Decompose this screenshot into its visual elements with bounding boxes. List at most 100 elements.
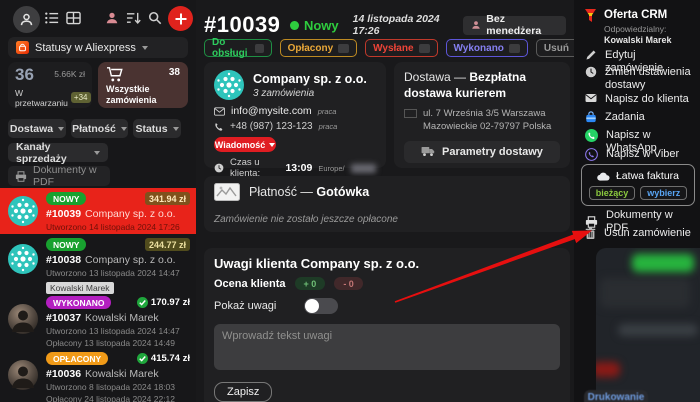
crm-offer-block[interactable]: Oferta CRM Odpowiedzialny: Kowalski Mare… — [585, 9, 672, 45]
message-button[interactable]: Wiadomość — [214, 137, 276, 152]
clock-icon — [214, 163, 224, 173]
chevron-down-icon — [142, 46, 148, 50]
profile-avatar-button[interactable] — [13, 6, 40, 33]
menu-item-write-client[interactable]: Napisz do klienta — [585, 93, 693, 106]
print-tooltip[interactable]: Drukowanie — [584, 390, 648, 402]
order-id: #10036 — [46, 368, 81, 380]
add-order-button[interactable] — [168, 6, 193, 31]
order-created: Utworzono 13 listopada 2024 14:47 — [46, 326, 196, 336]
phone-tag: praca — [319, 122, 338, 131]
order-list-item-10039[interactable]: NOWY 341.94 zł #10039Company sp. z o.o. … — [0, 188, 196, 234]
whatsapp-icon — [585, 129, 598, 142]
invoice-current-button[interactable]: bieżący — [589, 186, 636, 200]
order-date: 14 listopada 2024 17:26 — [353, 13, 464, 37]
status-button-oplacony[interactable]: Opłacony — [280, 39, 358, 57]
status-button-wykonano[interactable]: Wykonano — [446, 39, 528, 57]
menu-item-delete-order[interactable]: Usuń zamówienie — [585, 227, 692, 240]
show-notes-toggle[interactable] — [304, 298, 338, 314]
order-status-badge: NOWY — [46, 238, 86, 251]
envelope-icon — [214, 107, 225, 116]
crm-app-window: Statusy w Aliexpress 36 5.66K zł W przet… — [0, 0, 700, 402]
chevron-down-icon — [94, 151, 100, 155]
order-status-badge: OPŁACONY — [46, 352, 108, 365]
rating-minus-button[interactable]: - 0 — [334, 277, 363, 290]
menu-item-label: Napisz do klienta — [605, 93, 693, 106]
delivery-card: Dostawa — Bezpłatna dostawa kurierem ul.… — [394, 62, 570, 168]
customer-photo-avatar — [8, 304, 38, 334]
menu-item-label: Zmień ustawienia dostawy — [605, 66, 693, 92]
pencil-icon — [585, 49, 597, 61]
order-list-item-10037[interactable]: WYKONANO 170.97 zł #10037Kowalski Marek … — [0, 292, 196, 348]
show-notes-label: Pokaż uwagi — [214, 300, 276, 312]
envelope-icon — [585, 93, 597, 103]
paid-check-icon — [137, 353, 148, 364]
status-button-do-obslugi[interactable]: Do obsługi — [204, 39, 272, 57]
list-view-icon[interactable] — [45, 11, 59, 25]
blurred-content — [600, 278, 690, 308]
cash-image-icon — [214, 183, 240, 201]
sort-icon[interactable] — [126, 11, 141, 25]
all-orders-stat-card[interactable]: 38 Wszystkie zamówienia — [98, 62, 188, 108]
actions-sidebar: Oferta CRM Odpowiedzialny: Kowalski Mare… — [574, 0, 700, 402]
order-id: #10038 — [46, 254, 81, 266]
status-dot-icon — [290, 21, 299, 30]
easy-invoice-box: Łatwa faktura bieżący wybierz — [581, 164, 695, 206]
toggle-knob — [305, 299, 319, 313]
delivery-params-button[interactable]: Parametry dostawy — [404, 141, 560, 163]
search-icon[interactable] — [148, 11, 162, 25]
clients-icon[interactable] — [105, 11, 119, 25]
no-manager-button[interactable]: Bez menedżera — [463, 16, 566, 35]
source-status-filter[interactable]: Statusy w Aliexpress — [8, 37, 188, 58]
menu-item-viber[interactable]: Napisz w Viber — [585, 148, 694, 161]
status-button-label: Usuń — [544, 43, 569, 54]
delivery-address: ul. 7 Września 3/5 Warszawa Mazowieckie … — [423, 108, 560, 133]
payment-card: Płatność — Gotówka Zamówienie nie został… — [204, 176, 570, 232]
chevron-down-icon — [121, 127, 127, 131]
print-tooltip-label: Drukowanie — [588, 392, 645, 402]
customer-email[interactable]: info@mysite.com — [231, 105, 312, 117]
status-shortcut-icon — [509, 44, 520, 53]
all-orders-count: 38 — [169, 67, 180, 78]
payment-method: Gotówka — [316, 185, 369, 199]
menu-item-tasks[interactable]: Zadania — [585, 111, 693, 124]
chevron-down-icon — [269, 143, 275, 147]
truck-icon — [421, 146, 435, 157]
processing-stat-card[interactable]: 36 5.66K zł W przetwarzaniu +34 — [8, 62, 92, 108]
invoice-choose-button[interactable]: wybierz — [640, 186, 687, 200]
responsible-name: Kowalski Marek — [604, 35, 672, 45]
filter-status[interactable]: Status — [133, 119, 181, 138]
menu-item-label: Napisz w Viber — [606, 148, 694, 161]
trash-icon — [585, 227, 596, 240]
client-notes-card: Uwagi klienta Company sp. z o.o. Ocena k… — [204, 248, 570, 402]
table-view-icon[interactable] — [66, 11, 81, 25]
person-icon — [471, 20, 481, 30]
sidebar-pdf-button[interactable]: Dokumenty w PDF — [8, 166, 110, 186]
order-status-badge: NOWY — [46, 192, 86, 205]
order-customer: Company sp. z o.o. — [85, 208, 175, 220]
company-logo-avatar — [214, 70, 244, 100]
order-created: Utworzono 13 listopada 2024 14:47 — [46, 268, 196, 278]
rating-plus-button[interactable]: + 0 — [295, 277, 326, 290]
filter-payment[interactable]: Płatność — [71, 119, 128, 138]
orders-sidebar: Statusy w Aliexpress 36 5.66K zł W przet… — [0, 0, 196, 402]
aliexpress-icon — [16, 41, 29, 54]
menu-item-delivery-settings[interactable]: Zmień ustawienia dostawy — [585, 66, 693, 92]
order-list-item-10038[interactable]: NOWY 244.77 zł #10038Company sp. z o.o. … — [0, 234, 196, 292]
customer-phone[interactable]: +48 (987) 123-123 — [230, 121, 313, 132]
save-note-button[interactable]: Zapisz — [214, 382, 272, 402]
processing-sum: 5.66K zł — [54, 69, 85, 79]
notes-title: Uwagi klienta Company sp. z o.o. — [214, 256, 560, 271]
rating-label: Ocena klienta — [214, 278, 286, 290]
filter-delivery[interactable]: Dostawa — [8, 119, 66, 138]
order-customer: Kowalski Marek — [85, 368, 159, 380]
order-created: Utworzono 14 listopada 2024 17:26 — [46, 222, 196, 232]
order-list-item-10036[interactable]: OPŁACONY 415.74 zł #10036Kowalski Marek … — [0, 348, 196, 402]
order-title: #10039 — [204, 12, 280, 38]
order-price-badge: 341.94 zł — [145, 192, 190, 205]
note-text-input[interactable] — [214, 324, 560, 370]
status-button-wyslane[interactable]: Wysłane — [365, 39, 437, 57]
customer-name[interactable]: Company sp. z o.o. — [253, 72, 367, 86]
company-logo-avatar — [8, 196, 38, 226]
filter-channels[interactable]: Kanały sprzedaży — [8, 143, 108, 162]
status-shortcut-icon — [255, 44, 263, 53]
